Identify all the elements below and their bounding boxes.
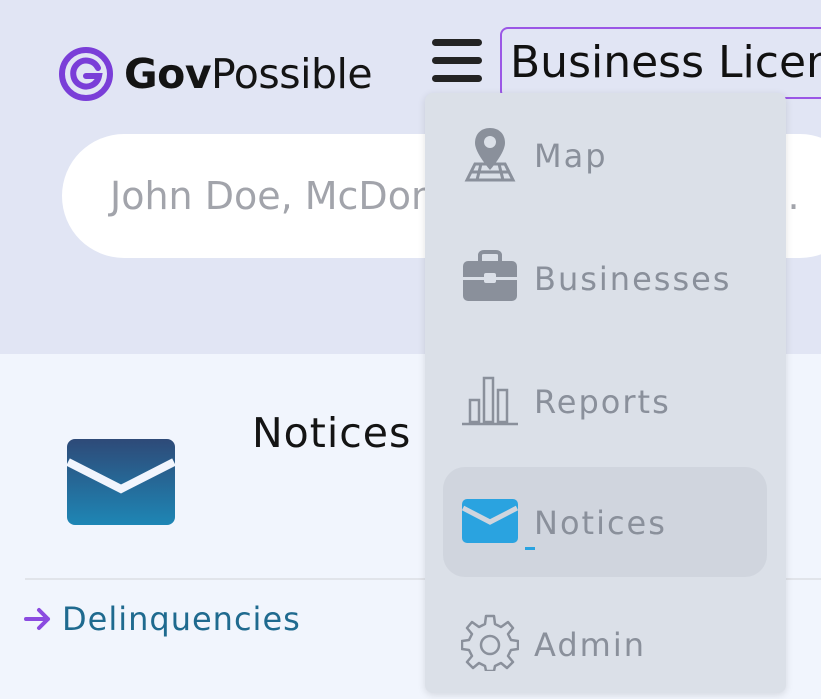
brand-name-bold: Gov xyxy=(124,50,212,98)
bar-chart-icon xyxy=(462,376,518,426)
govpossible-logo-icon xyxy=(59,47,113,101)
delinquencies-link-label: Delinquencies xyxy=(62,600,301,638)
map-pin-icon xyxy=(464,128,516,182)
nav-item-label: Businesses xyxy=(534,260,732,298)
envelope-icon xyxy=(461,499,519,543)
hamburger-menu-icon[interactable] xyxy=(428,36,486,86)
nav-item-label: Reports xyxy=(534,383,671,421)
nav-item-notices[interactable]: Notices xyxy=(443,467,767,577)
nav-item-admin[interactable]: Admin xyxy=(443,589,767,699)
page-title: Notices xyxy=(252,409,412,457)
delinquencies-link[interactable]: Delinquencies xyxy=(24,598,301,640)
nav-item-label: Notices xyxy=(534,504,667,542)
active-indicator xyxy=(525,547,535,550)
brand-name: GovPossible xyxy=(124,46,373,102)
nav-item-label: Map xyxy=(534,137,608,175)
briefcase-icon xyxy=(463,250,517,301)
module-select-value: Business Licensing xyxy=(510,37,821,88)
arrow-right-icon xyxy=(24,608,50,630)
gear-icon xyxy=(461,614,519,671)
envelope-icon xyxy=(66,439,176,525)
nav-item-map[interactable]: Map xyxy=(443,100,767,210)
nav-dropdown-menu: Map Businesses Reports Notices Admin xyxy=(425,93,786,693)
nav-item-businesses[interactable]: Businesses xyxy=(443,223,767,333)
module-select[interactable]: Business Licensing xyxy=(500,27,821,99)
brand-logo[interactable]: GovPossible xyxy=(58,46,373,102)
brand-name-rest: Possible xyxy=(211,50,373,98)
nav-item-label: Admin xyxy=(534,626,646,664)
nav-item-reports[interactable]: Reports xyxy=(443,346,767,456)
